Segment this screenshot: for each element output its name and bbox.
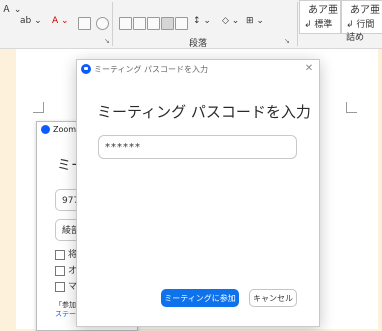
dialog-titlebar[interactable]: ミーティング パスコードを入力 ✕: [77, 60, 319, 78]
margin-corner-mark: [346, 102, 357, 113]
zoom-window-title: Zoom: [41, 125, 76, 134]
close-icon[interactable]: ✕: [302, 62, 316, 76]
style-normal[interactable]: あア亜 ↲ 標準: [299, 0, 341, 34]
text-color-button[interactable]: A ⌄: [52, 16, 69, 26]
cancel-button[interactable]: キャンセル: [249, 289, 297, 307]
option-checkbox[interactable]: [55, 266, 65, 276]
align-center-icon[interactable]: [133, 17, 146, 30]
justify-icon[interactable]: [161, 17, 174, 30]
style-name: ↲ 標準: [304, 20, 333, 30]
borders-dropdown[interactable]: ⊞ ⌄: [246, 16, 264, 26]
distribute-icon[interactable]: [175, 17, 188, 30]
char-shading-icon[interactable]: [78, 17, 91, 30]
ribbon-separator: [297, 2, 298, 46]
style-name: ↲ 行間詰め: [346, 20, 375, 43]
dialog-title: ミーティング パスコードを入力: [94, 65, 209, 74]
align-left-icon[interactable]: [119, 17, 132, 30]
dialog-heading: ミーティング パスコードを入力: [97, 103, 311, 121]
zoom-logo-icon: [81, 64, 91, 74]
option-checkbox[interactable]: [55, 282, 65, 292]
ribbon-separator: [112, 2, 113, 46]
zoom-terms-link[interactable]: ステー: [55, 309, 76, 319]
style-preview: あア亜: [350, 5, 380, 16]
font-color-dropdown[interactable]: Ａ ⌄: [2, 2, 21, 15]
align-right-icon[interactable]: [147, 17, 160, 30]
shading-dropdown[interactable]: ◇ ⌄: [222, 16, 239, 26]
style-no-spacing[interactable]: あア亜 ↲ 行間詰め: [341, 0, 382, 43]
word-ribbon: Ａ ⌄ ab ⌄ A ⌄ ↘ ↕ ⌄ ◇ ⌄ ⊞ ⌄ 段落 ↘ あア亜 ↲ 標準…: [0, 0, 382, 49]
line-spacing-dropdown[interactable]: ↕ ⌄: [193, 16, 211, 26]
paragraph-group-label: 段落: [189, 39, 208, 49]
passcode-input[interactable]: [98, 135, 297, 159]
font-dialog-launcher[interactable]: ↘: [104, 37, 110, 45]
margin-corner-mark: [33, 102, 44, 113]
zoom-logo-icon: [41, 125, 50, 134]
join-meeting-button[interactable]: ミーティングに参加: [161, 289, 239, 307]
paragraph-dialog-launcher[interactable]: ↘: [284, 37, 290, 45]
highlight-color-button[interactable]: ab ⌄: [20, 16, 42, 26]
enclose-char-icon[interactable]: [96, 17, 109, 30]
option-checkbox[interactable]: [55, 250, 65, 260]
passcode-dialog: ミーティング パスコードを入力 ✕ ミーティング パスコードを入力 ミーティング…: [76, 59, 320, 327]
style-preview: あア亜: [308, 5, 338, 16]
